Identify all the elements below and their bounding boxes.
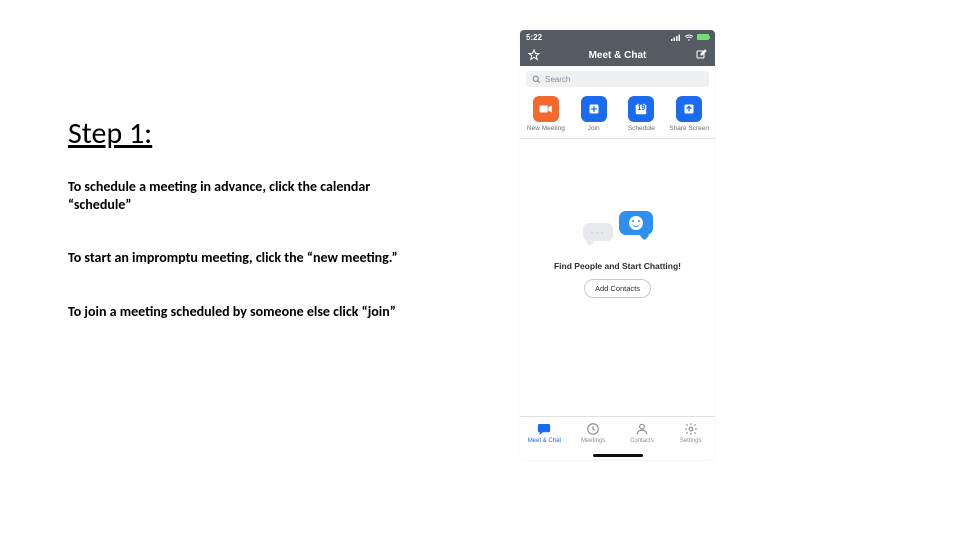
instruction-2: To start an impromptu meeting, click the…: [68, 249, 428, 267]
tab-label: Meetings: [581, 438, 605, 444]
wifi-icon: [684, 34, 694, 41]
empty-state: Find People and Start Chatting! Add Cont…: [520, 139, 715, 369]
search-input[interactable]: Search: [526, 71, 709, 87]
action-label: Share Screen: [669, 125, 709, 132]
tab-bar: Meet & Chat Meetings Contacts Settings: [520, 416, 715, 460]
action-label: New Meeting: [527, 125, 565, 132]
phone-mockup: 5:22 Meet & Chat Search: [520, 30, 715, 460]
instruction-1: To schedule a meeting in advance, click …: [68, 178, 428, 213]
battery-icon: [697, 34, 709, 40]
tab-meet-chat[interactable]: Meet & Chat: [522, 422, 566, 444]
calendar-icon: 19: [628, 96, 654, 122]
header-title: Meet & Chat: [540, 50, 695, 61]
empty-title: Find People and Start Chatting!: [554, 261, 681, 271]
gear-icon: [684, 422, 698, 436]
video-icon: [533, 96, 559, 122]
share-screen-button[interactable]: Share Screen: [667, 96, 711, 132]
home-indicator: [593, 454, 643, 457]
chat-icon: [537, 422, 551, 436]
signal-icon: [671, 34, 681, 41]
app-header: Meet & Chat: [520, 44, 715, 66]
tab-settings[interactable]: Settings: [669, 422, 713, 444]
search-placeholder: Search: [545, 75, 570, 84]
new-meeting-button[interactable]: New Meeting: [524, 96, 568, 132]
star-icon[interactable]: [528, 49, 540, 61]
instruction-3: To join a meeting scheduled by someone e…: [68, 303, 428, 321]
plus-icon: [581, 96, 607, 122]
clock-icon: [586, 422, 600, 436]
tab-contacts[interactable]: Contacts: [620, 422, 664, 444]
status-bar: 5:22: [520, 30, 715, 44]
chat-illustration-icon: [583, 209, 653, 253]
tab-label: Meet & Chat: [528, 438, 561, 444]
action-label: Join: [588, 125, 600, 132]
instruction-panel: Step 1: To schedule a meeting in advance…: [68, 115, 428, 356]
share-icon: [676, 96, 702, 122]
action-label: Schedule: [628, 125, 655, 132]
join-button[interactable]: Join: [572, 96, 616, 132]
status-time: 5:22: [526, 33, 542, 42]
calendar-date-badge: 19: [637, 105, 645, 112]
tab-label: Contacts: [630, 438, 654, 444]
tab-label: Settings: [680, 438, 702, 444]
step-title: Step 1:: [68, 115, 428, 152]
contacts-icon: [635, 422, 649, 436]
add-contacts-button[interactable]: Add Contacts: [584, 279, 651, 298]
schedule-button[interactable]: 19 Schedule: [619, 96, 663, 132]
action-row: New Meeting Join 19 Schedule Share Scree…: [520, 92, 715, 134]
search-icon: [532, 75, 541, 84]
compose-icon[interactable]: [695, 49, 707, 61]
tab-meetings[interactable]: Meetings: [571, 422, 615, 444]
